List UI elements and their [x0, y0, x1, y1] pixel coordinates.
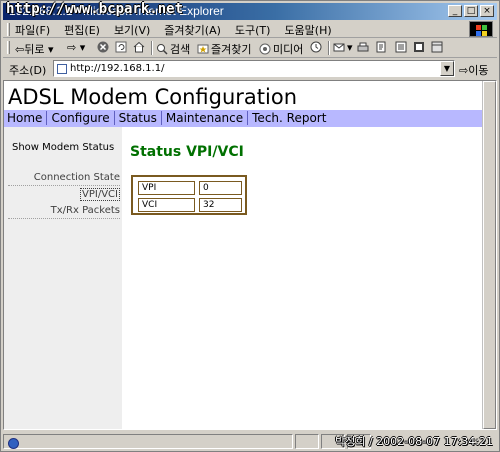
status-pane: [295, 434, 319, 449]
menu-tools[interactable]: 도구(T): [235, 22, 271, 38]
menu-grip: [7, 23, 10, 36]
windows-logo-icon: [469, 21, 493, 37]
nav-status[interactable]: Status: [119, 111, 162, 125]
maximize-button[interactable]: □: [464, 5, 478, 17]
back-button[interactable]: ⇦뒤로 ▾: [15, 41, 54, 57]
sidebar-link-tx-rx-packets[interactable]: Tx/Rx Packets: [8, 205, 120, 219]
menu-help[interactable]: 도움말(H): [284, 22, 331, 38]
vertical-scrollbar[interactable]: [482, 81, 496, 429]
top-nav: Home Configure Status Maintenance Tech. …: [4, 110, 484, 127]
watermark: http://www.bcpark.net: [6, 1, 184, 17]
menu-favorites[interactable]: 즐겨찾기(A): [164, 22, 221, 38]
page-body: ADSL Modem Configuration Home Configure …: [4, 81, 484, 429]
go-arrow-icon: ⇨: [459, 64, 469, 77]
browser-window: 192.168.1.1 - Microsoft Internet Explore…: [0, 0, 500, 452]
media-button[interactable]: 미디어: [259, 41, 303, 57]
address-input[interactable]: [70, 62, 430, 75]
search-button[interactable]: 검색: [156, 41, 190, 57]
mail-button[interactable]: ▾: [333, 41, 353, 54]
sidebar-heading: Show Modem Status: [12, 142, 115, 153]
refresh-button[interactable]: [115, 41, 129, 54]
mail-icon: [333, 43, 345, 52]
menu-view[interactable]: 보기(V): [114, 22, 150, 38]
vpi-value: 0: [199, 181, 242, 195]
window-controls: _ □ ×: [448, 5, 494, 17]
favorites-button[interactable]: 즐겨찾기: [197, 41, 251, 57]
go-button[interactable]: ⇨이동: [459, 62, 488, 78]
favorites-label: 즐겨찾기: [211, 43, 252, 56]
vpi-label: VPI: [138, 181, 195, 195]
vci-value: 32: [199, 198, 242, 212]
address-bar: 주소(D) ▼ ⇨이동: [3, 59, 497, 78]
research-icon: [431, 41, 443, 53]
back-label: 뒤로: [24, 43, 45, 56]
favorites-icon: [197, 44, 209, 54]
media-icon: [259, 43, 271, 55]
menu-bar: 파일(F) 편집(E) 보기(V) 즐겨찾기(A) 도구(T) 도움말(H): [3, 20, 497, 38]
nav-tech-report[interactable]: Tech. Report: [252, 111, 329, 125]
nav-home[interactable]: Home: [7, 111, 48, 125]
toolbar-separator: [151, 41, 153, 55]
minimize-button[interactable]: _: [448, 5, 462, 17]
title-bar[interactable]: 192.168.1.1 - Microsoft Internet Explore…: [3, 1, 497, 20]
messenger-icon: [414, 42, 424, 52]
search-icon: [157, 44, 168, 55]
print-icon: [357, 42, 369, 52]
home-icon: [133, 41, 145, 53]
sidebar: Show Modem Status Connection State VPI/V…: [4, 127, 122, 429]
page-icon: [57, 64, 67, 74]
vci-label: VCI: [138, 198, 195, 212]
toolbar: ⇦뒤로 ▾ ⇨ ▾ 검색 즐겨찾기 미디어 ▾: [3, 38, 497, 58]
page-title: ADSL Modem Configuration: [8, 85, 298, 109]
go-label: 이동: [468, 64, 489, 77]
refresh-icon: [115, 41, 127, 53]
stop-icon: [97, 41, 109, 53]
vpi-vci-table: VPI 0 VCI 32: [131, 175, 247, 215]
toolbar-grip: [7, 41, 10, 54]
print-button[interactable]: [357, 41, 371, 54]
history-icon: [310, 41, 322, 53]
sidebar-link-connection-state[interactable]: Connection State: [8, 172, 120, 186]
close-button[interactable]: ×: [480, 5, 494, 17]
status-bar: 박정희 / 2002-08-07 17:34:21: [3, 433, 497, 450]
nav-maintenance[interactable]: Maintenance: [166, 111, 249, 125]
stop-button[interactable]: [97, 41, 111, 54]
toolbar-separator: [328, 41, 330, 55]
back-arrow-icon: ⇦: [15, 43, 25, 56]
history-button[interactable]: [310, 41, 324, 54]
home-button[interactable]: [133, 41, 147, 54]
page-viewport: ADSL Modem Configuration Home Configure …: [3, 80, 497, 430]
discuss-button[interactable]: [395, 41, 409, 54]
ie-page-icon: [8, 438, 19, 449]
edit-icon: [376, 41, 386, 53]
status-pane-main: [3, 434, 293, 449]
sidebar-link-vpi-vci[interactable]: VPI/VCI: [80, 188, 120, 201]
menu-edit[interactable]: 편집(E): [64, 22, 100, 38]
scrollbar-thumb[interactable]: [483, 81, 496, 429]
section-title: Status VPI/VCI: [130, 144, 244, 160]
address-label: 주소(D): [9, 64, 47, 77]
search-label: 검색: [170, 43, 191, 56]
nav-configure[interactable]: Configure: [51, 111, 115, 125]
messenger-button[interactable]: [413, 41, 427, 54]
date-stamp: 박정희 / 2002-08-07 17:34:21: [335, 435, 493, 448]
forward-arrow-icon: ⇨: [67, 41, 77, 54]
media-label: 미디어: [273, 43, 304, 56]
discuss-icon: [395, 41, 407, 53]
address-dropdown-button[interactable]: ▼: [440, 61, 454, 76]
forward-button[interactable]: ⇨ ▾: [67, 41, 85, 54]
address-field[interactable]: ▼: [53, 60, 455, 77]
menu-file[interactable]: 파일(F): [15, 22, 50, 38]
edit-button[interactable]: [375, 41, 389, 54]
research-button[interactable]: [431, 41, 445, 54]
